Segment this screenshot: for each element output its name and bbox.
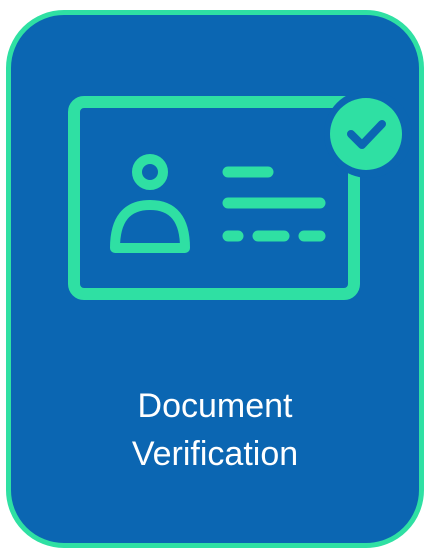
person-icon: [110, 154, 190, 253]
id-card-verified-icon: [0, 0, 441, 330]
tile-title-line-2: Verification: [131, 435, 299, 473]
tile-title: Document Verification: [6, 382, 424, 478]
check-badge-icon: [324, 90, 412, 178]
tile-title-line-1: Document: [137, 387, 293, 425]
text-lines-icon: [222, 166, 326, 242]
